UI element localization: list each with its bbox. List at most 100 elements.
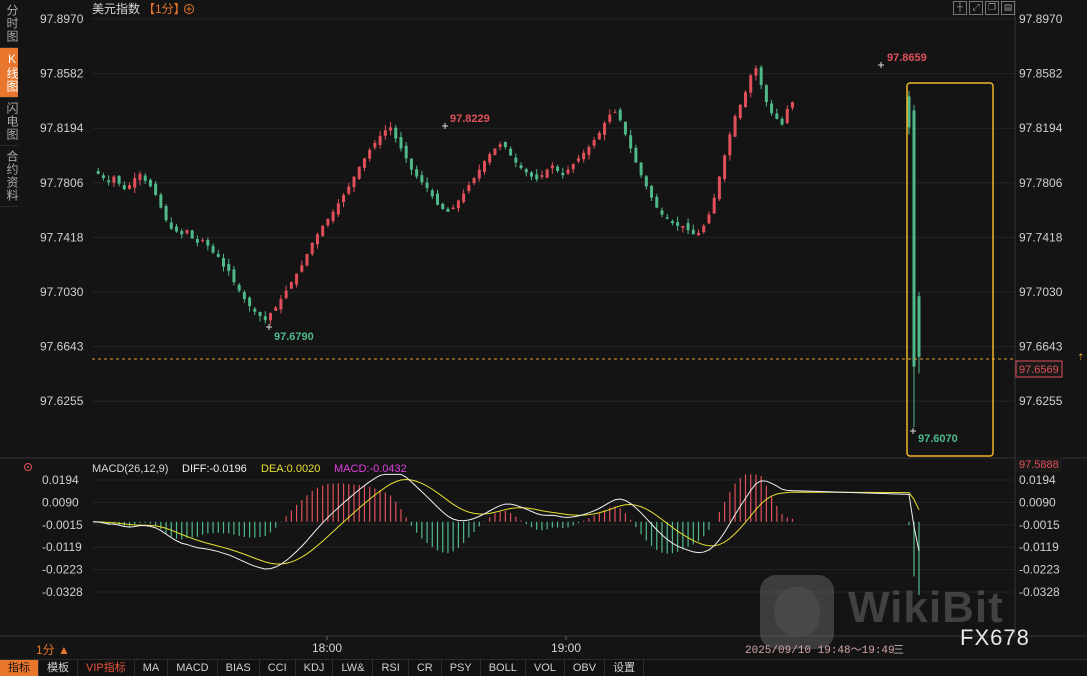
- period-selector-button[interactable]: 1分 ▲: [36, 641, 70, 658]
- candle-body: [733, 116, 737, 137]
- chart-window: 美元指数 【1分】 97.8970 97.8582 97.8194 97.7806 97…: [0, 0, 1087, 676]
- candle-body: [232, 269, 236, 283]
- price-tick-right: 97.7418: [1019, 230, 1063, 244]
- chart-grid: [0, 0, 1087, 640]
- restore-icon[interactable]: ❐: [985, 1, 999, 15]
- candle-body: [389, 127, 393, 131]
- toolbar-button-2[interactable]: VIP指标: [78, 660, 135, 676]
- price-chart[interactable]: 美元指数 【1分】 97.897097.858297.819497.780697…: [0, 0, 1087, 660]
- toolbar-button-1[interactable]: 模板: [39, 660, 78, 676]
- candle-body: [603, 123, 607, 136]
- candle-body: [425, 182, 429, 188]
- highlight-box: [906, 82, 994, 457]
- macd-tick-left: 0.0194: [42, 473, 79, 487]
- menu-icon[interactable]: 三: [893, 641, 904, 657]
- crosshair-time-range: 2025/09/10 19:48～19:49: [745, 645, 895, 657]
- toolbar-button-13[interactable]: VOL: [526, 660, 565, 676]
- toolbar-button-15[interactable]: 设置: [605, 660, 645, 676]
- macd-diff-label: DIFF:-0.0196: [182, 463, 247, 475]
- candle-body: [639, 162, 643, 176]
- macd-axis-right: 0.0194 0.0090 -0.0015 -0.0119 -0.0223 -0.0328: [1019, 473, 1060, 599]
- candle-body: [587, 147, 591, 155]
- candle-body: [342, 194, 346, 203]
- candle-body: [770, 103, 774, 114]
- candle-body: [556, 166, 560, 171]
- toolbar-button-9[interactable]: RSI: [373, 660, 409, 676]
- candle-body: [780, 118, 784, 125]
- candle-body: [467, 185, 471, 192]
- toolbar-button-7[interactable]: KDJ: [296, 660, 334, 676]
- candle-body: [216, 254, 220, 257]
- macd-dea-label: DEA:0.0020: [261, 463, 320, 475]
- view-tabs: 分时图 K线图 闪电图 合约资料: [0, 0, 19, 216]
- candle-body: [650, 186, 654, 198]
- candle-body: [122, 185, 126, 190]
- candle-body: [117, 175, 121, 184]
- candle-body: [613, 111, 617, 113]
- price-tick-right: 97.6255: [1019, 394, 1063, 408]
- candle-body: [169, 222, 173, 229]
- candle-body: [907, 96, 911, 128]
- candle-body: [728, 134, 732, 156]
- candle-body: [195, 239, 199, 243]
- candle-body: [670, 221, 674, 224]
- tab-view-1[interactable]: K线图: [0, 48, 19, 98]
- candle-body: [707, 214, 711, 224]
- tab-view-2[interactable]: 闪电图: [0, 98, 19, 146]
- time-label-1900: 19:00: [551, 641, 581, 655]
- price-tick-left: 97.8194: [40, 121, 84, 135]
- candle-body: [912, 110, 916, 367]
- price-tick-right: 97.6643: [1019, 340, 1063, 354]
- candle-body: [107, 180, 111, 183]
- candle-body: [681, 225, 685, 228]
- annotation-low-left: 97.6790: [274, 331, 314, 343]
- price-tick-right: 97.7030: [1019, 285, 1063, 299]
- price-tick-right: 97.7806: [1019, 176, 1063, 190]
- candle-body: [368, 149, 372, 159]
- candle-body: [242, 292, 246, 300]
- price-axis-left: 97.8970 97.8582 97.8194 97.7806 97.7418 97.70…: [40, 12, 84, 408]
- price-tick-left: 97.8970: [40, 12, 84, 26]
- candle-body: [644, 176, 648, 187]
- candle-body: [623, 121, 627, 135]
- candle-body: [529, 172, 533, 177]
- toolbar-button-4[interactable]: MACD: [168, 660, 218, 676]
- candle-body: [441, 203, 445, 209]
- tab-view-0[interactable]: 分时图: [0, 0, 19, 48]
- toolbar-button-3[interactable]: MA: [135, 660, 169, 676]
- candle-body: [154, 183, 158, 195]
- toolbar-button-14[interactable]: OBV: [565, 660, 606, 676]
- candle-body: [289, 282, 293, 289]
- toolbar-button-6[interactable]: CCI: [260, 660, 296, 676]
- candle-body: [576, 158, 580, 162]
- price-tick-right: 97.8970: [1019, 12, 1063, 26]
- price-tick-left: 97.7806: [40, 176, 84, 190]
- candle-body: [268, 313, 272, 321]
- candle-body: [785, 109, 789, 123]
- macd-tick-left: 0.0090: [42, 495, 79, 509]
- candle-body: [691, 229, 695, 235]
- layout-icon[interactable]: ▤: [1001, 1, 1015, 15]
- toolbar-button-10[interactable]: CR: [409, 660, 442, 676]
- tab-view-3[interactable]: 合约资料: [0, 146, 19, 207]
- candle-body: [514, 157, 518, 163]
- candle-body: [206, 239, 210, 246]
- expand-icon[interactable]: ⤢: [969, 1, 983, 15]
- candle-body: [362, 158, 366, 168]
- crosshair-icon[interactable]: ┼: [953, 1, 967, 15]
- candle-body: [415, 169, 419, 177]
- toolbar-button-11[interactable]: PSY: [442, 660, 481, 676]
- candle-body: [248, 297, 252, 307]
- toolbar-button-12[interactable]: BOLL: [481, 660, 526, 676]
- toolbar-button-5[interactable]: BIAS: [218, 660, 260, 676]
- candle-body: [315, 234, 319, 245]
- annotation-high-right: 97.8659: [887, 52, 927, 64]
- candle-body: [399, 136, 403, 149]
- candle-body: [336, 203, 340, 215]
- toolbar-button-0[interactable]: 指标: [0, 660, 39, 676]
- candle-body: [472, 178, 476, 184]
- candle-body: [284, 290, 288, 299]
- macd-tick-left: -0.0015: [42, 518, 83, 532]
- toolbar-button-8[interactable]: LW&: [333, 660, 374, 676]
- candle-body: [503, 141, 507, 148]
